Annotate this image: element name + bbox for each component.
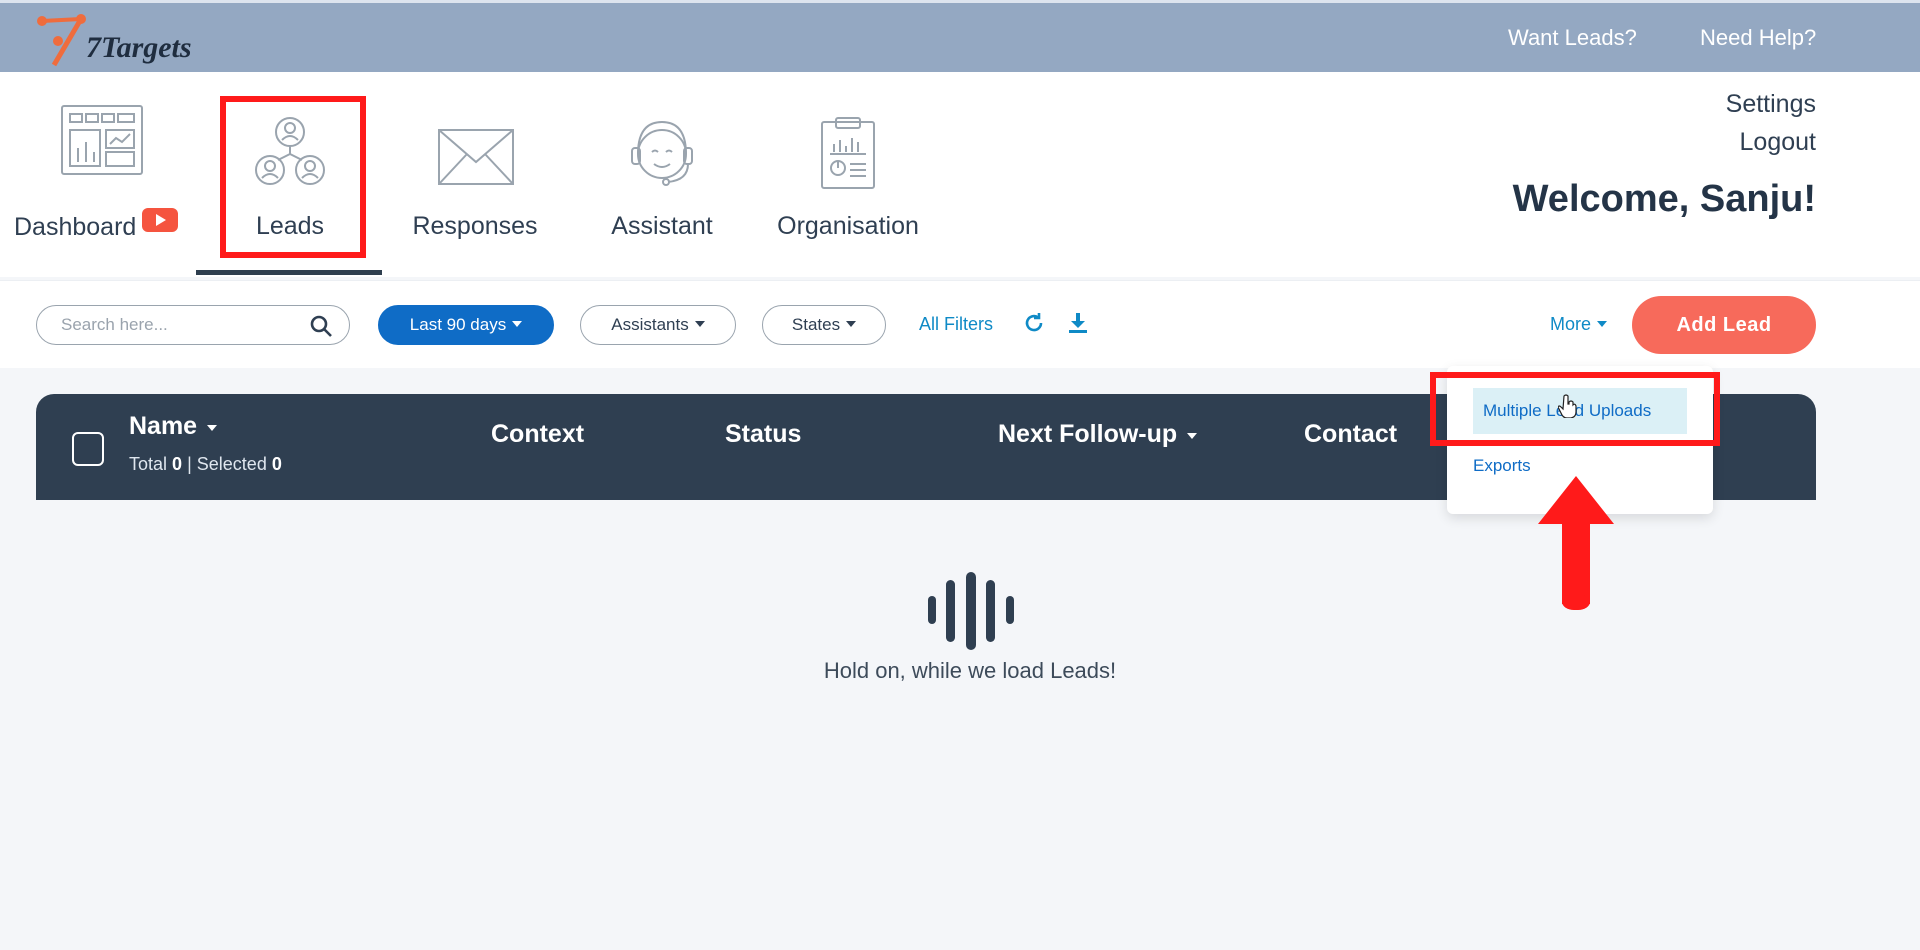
refresh-icon[interactable] (1022, 311, 1046, 335)
welcome-message: Welcome, Sanju! (1512, 178, 1816, 220)
assistants-label: Assistants (611, 315, 689, 334)
select-all-checkbox[interactable] (72, 432, 104, 466)
states-label: States (791, 315, 841, 334)
assistants-dropdown[interactable]: Assistants (580, 305, 736, 345)
column-name[interactable]: Name (129, 412, 218, 441)
more-label: More (1550, 314, 1592, 334)
separator: | (187, 454, 192, 474)
want-leads-link[interactable]: Want Leads? (1508, 25, 1637, 51)
search-icon[interactable] (309, 314, 333, 338)
annotation-highlight-leads (220, 96, 366, 258)
total-label: Total (129, 454, 168, 474)
filter-bar: Last 90 days Assistants States All Filte… (0, 280, 1920, 368)
nav-item-organisation[interactable]: Organisation (760, 72, 936, 272)
logo-icon (37, 14, 86, 67)
add-lead-button[interactable]: Add Lead (1632, 296, 1816, 354)
selection-counts: Total 0 | Selected 0 (129, 454, 282, 475)
logout-link[interactable]: Logout (1740, 128, 1816, 157)
need-help-link[interactable]: Need Help? (1700, 25, 1816, 51)
app-logo[interactable]: 7Targets (34, 13, 192, 69)
nav-item-responses[interactable]: Responses (400, 72, 550, 272)
top-bar: 7Targets Want Leads? Need Help? (0, 0, 1920, 72)
selected-count: 0 (271, 454, 282, 474)
column-next-follow-up-label: Next Follow-up (998, 420, 1178, 448)
search-input[interactable] (61, 314, 301, 336)
date-range-dropdown[interactable]: Last 90 days (378, 305, 554, 345)
nav-item-dashboard[interactable]: Dashboard (0, 72, 200, 272)
chevron-down-icon (1187, 433, 1198, 439)
chevron-down-icon (1597, 321, 1608, 327)
nav-label-responses: Responses (412, 212, 538, 240)
nav-item-assistant[interactable]: Assistant (592, 72, 732, 272)
states-dropdown[interactable]: States (762, 305, 886, 345)
annotation-highlight-multiple-lead-uploads (1430, 372, 1720, 446)
chevron-down-icon (512, 321, 523, 327)
column-status: Status (725, 420, 802, 448)
loading-bars-icon (928, 572, 1014, 650)
nav-label-assistant: Assistant (611, 212, 713, 240)
youtube-play-icon[interactable] (142, 208, 179, 232)
chevron-down-icon (846, 321, 857, 327)
download-icon[interactable] (1066, 311, 1090, 335)
nav-label-dashboard: Dashboard (14, 208, 214, 242)
search-box (36, 305, 350, 345)
all-filters-link[interactable]: All Filters (919, 314, 993, 335)
column-name-label: Name (129, 412, 198, 440)
settings-link[interactable]: Settings (1726, 90, 1816, 119)
annotation-arrow-icon (1538, 476, 1614, 610)
total-count: 0 (172, 454, 183, 474)
assistant-headset-icon (631, 120, 693, 186)
column-context: Context (491, 420, 585, 448)
clipboard-report-icon (821, 117, 875, 189)
dashboard-icon (61, 105, 143, 175)
menu-item-exports[interactable]: Exports (1473, 456, 1531, 476)
envelope-icon (438, 129, 514, 185)
nav-label-organisation: Organisation (777, 212, 919, 240)
chevron-down-icon (694, 321, 705, 327)
logo-text: 7Targets (86, 31, 192, 64)
selected-label: Selected (196, 454, 267, 474)
column-next-follow-up[interactable]: Next Follow-up (998, 420, 1198, 449)
more-dropdown[interactable]: More (1550, 314, 1608, 335)
dashboard-label: Dashboard (14, 213, 137, 241)
column-contact: Contact (1304, 420, 1398, 448)
active-tab-indicator (196, 270, 382, 275)
loading-message: Hold on, while we load Leads! (823, 658, 1117, 683)
chevron-down-icon (207, 425, 218, 431)
date-range-label: Last 90 days (409, 315, 507, 334)
